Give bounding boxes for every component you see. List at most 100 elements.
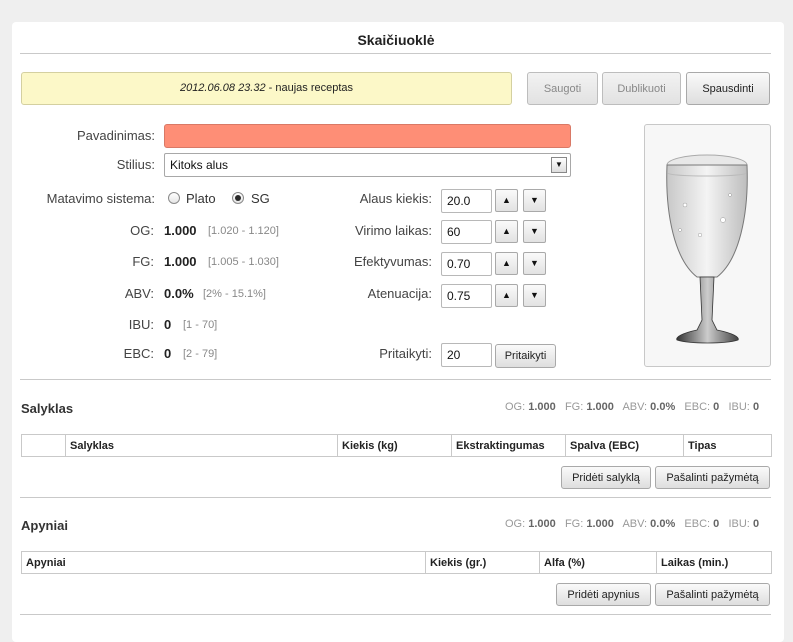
abv-range: [2% - 15.1%] (203, 288, 266, 300)
malts-ebc-label: EBC: (684, 401, 711, 413)
hops-header-row: Apyniai Kiekis (gr.) Alfa (%) Laikas (mi… (21, 551, 772, 574)
og-value: 1.000 (164, 223, 197, 238)
malts-col-color: Spalva (EBC) (565, 434, 684, 457)
efficiency-input[interactable] (441, 252, 492, 276)
malts-ibu-value: 0 (752, 401, 760, 413)
hops-abv-value: 0.0% (650, 518, 676, 530)
calculator-panel: Skaičiuoklė 2012.06.08 23.32 - naujas re… (12, 22, 784, 642)
chevron-down-icon[interactable]: ▼ (551, 157, 567, 173)
boil-up-button[interactable]: ▲ (495, 220, 518, 243)
malts-col-select (21, 434, 66, 457)
malts-col-name: Salyklas (65, 434, 338, 457)
apply-input[interactable] (441, 343, 492, 367)
name-input[interactable] (164, 124, 571, 148)
malts-fg-value: 1.000 (586, 401, 614, 413)
save-button[interactable]: Saugoti (527, 72, 598, 105)
hops-ebc-value: 0 (713, 518, 720, 530)
sg-radio[interactable] (232, 192, 244, 204)
malts-ibu-label: IBU: (728, 401, 750, 413)
style-value: Kitoks alus (170, 158, 229, 172)
hops-og-value: 1.000 (528, 518, 556, 530)
hops-col-name: Apyniai (21, 551, 426, 574)
beer-image (644, 124, 771, 367)
apply-label: Pritaikyti: (379, 346, 432, 361)
og-label: OG: (130, 223, 154, 238)
boil-input[interactable] (441, 220, 492, 244)
malts-abv-value: 0.0% (650, 401, 676, 413)
beer-glass-icon (666, 154, 748, 344)
malts-fg-label: FG: (564, 401, 584, 413)
abv-value: 0.0% (164, 286, 194, 301)
attenuation-input[interactable] (441, 284, 492, 308)
hops-fg-value: 1.000 (586, 518, 614, 530)
hops-abv-label: ABV: (622, 518, 648, 530)
sg-option-label: SG (251, 191, 270, 206)
hops-divider (20, 614, 771, 615)
hops-fg-label: FG: (564, 518, 584, 530)
print-button[interactable]: Spausdinti (686, 72, 770, 105)
malts-table: Salyklas Kiekis (kg) Ekstraktingumas Spa… (21, 434, 772, 457)
efficiency-down-button[interactable]: ▼ (523, 252, 546, 275)
ebc-value: 0 (164, 346, 172, 361)
hops-col-alpha: Alfa (%) (539, 551, 657, 574)
ibu-range: [1 - 70] (183, 319, 218, 331)
efficiency-label: Efektyvumas: (353, 254, 432, 269)
notice-text: - naujas receptas (265, 82, 354, 94)
notice-date: 2012.06.08 23.32 (179, 82, 266, 94)
style-label: Stilius: (116, 157, 155, 172)
malts-col-extract: Ekstraktingumas (451, 434, 566, 457)
boil-label: Virimo laikas: (354, 223, 432, 238)
recipe-notice: 2012.06.08 23.32 - naujas receptas (21, 72, 512, 105)
ibu-value: 0 (164, 317, 172, 332)
fg-label: FG: (132, 254, 154, 269)
style-select[interactable]: Kitoks alus ▼ (164, 153, 571, 177)
duplicate-button[interactable]: Dublikuoti (602, 72, 681, 105)
system-label: Matavimo sistema: (46, 191, 155, 206)
amount-input[interactable] (441, 189, 492, 213)
malts-og-value: 1.000 (528, 401, 556, 413)
fg-range: [1.005 - 1.030] (208, 256, 279, 268)
title-divider (20, 53, 771, 54)
og-range: [1.020 - 1.120] (208, 225, 279, 237)
ibu-label: IBU: (128, 317, 154, 332)
efficiency-up-button[interactable]: ▲ (495, 252, 518, 275)
hops-og-label: OG: (505, 518, 526, 530)
add-hops-button[interactable]: Pridėti apynius (556, 583, 651, 606)
ebc-range: [2 - 79] (183, 348, 218, 360)
remove-hops-button[interactable]: Pašalinti pažymėtą (655, 583, 770, 606)
hops-col-time: Laikas (min.) (656, 551, 772, 574)
malts-stats: OG: 1.000 FG: 1.000 ABV: 0.0% EBC: 0 IBU… (505, 401, 759, 413)
ebc-label: EBC: (123, 346, 154, 361)
malts-col-amount: Kiekis (kg) (337, 434, 452, 457)
hops-stats: OG: 1.000 FG: 1.000 ABV: 0.0% EBC: 0 IBU… (505, 518, 759, 530)
remove-malt-button[interactable]: Pašalinti pažymėtą (655, 466, 770, 489)
malts-divider (20, 497, 771, 498)
hops-ibu-value: 0 (752, 518, 760, 530)
attenuation-label: Atenuacija: (367, 286, 432, 301)
plato-option-label: Plato (186, 191, 216, 206)
malts-og-label: OG: (505, 401, 526, 413)
hops-col-amount: Kiekis (gr.) (425, 551, 540, 574)
attenuation-up-button[interactable]: ▲ (495, 284, 518, 307)
attenuation-down-button[interactable]: ▼ (523, 284, 546, 307)
hops-title: Apyniai (21, 518, 68, 533)
boil-down-button[interactable]: ▼ (523, 220, 546, 243)
section-divider (20, 379, 771, 380)
amount-up-button[interactable]: ▲ (495, 189, 518, 212)
amount-down-button[interactable]: ▼ (523, 189, 546, 212)
hops-ebc-label: EBC: (684, 518, 711, 530)
hops-table: Apyniai Kiekis (gr.) Alfa (%) Laikas (mi… (21, 551, 772, 574)
name-label: Pavadinimas: (76, 128, 155, 143)
hops-ibu-label: IBU: (728, 518, 750, 530)
apply-button[interactable]: Pritaikyti (495, 344, 556, 368)
add-malt-button[interactable]: Pridėti salyklą (561, 466, 651, 489)
page-title: Skaičiuoklė (357, 32, 435, 48)
malts-col-type: Tipas (683, 434, 772, 457)
amount-label: Alaus kiekis: (359, 191, 432, 206)
plato-radio[interactable] (168, 192, 180, 204)
malts-title: Salyklas (21, 401, 74, 416)
abv-label: ABV: (124, 286, 154, 301)
malts-ebc-value: 0 (713, 401, 720, 413)
fg-value: 1.000 (164, 254, 197, 269)
malts-header-row: Salyklas Kiekis (kg) Ekstraktingumas Spa… (21, 434, 772, 457)
